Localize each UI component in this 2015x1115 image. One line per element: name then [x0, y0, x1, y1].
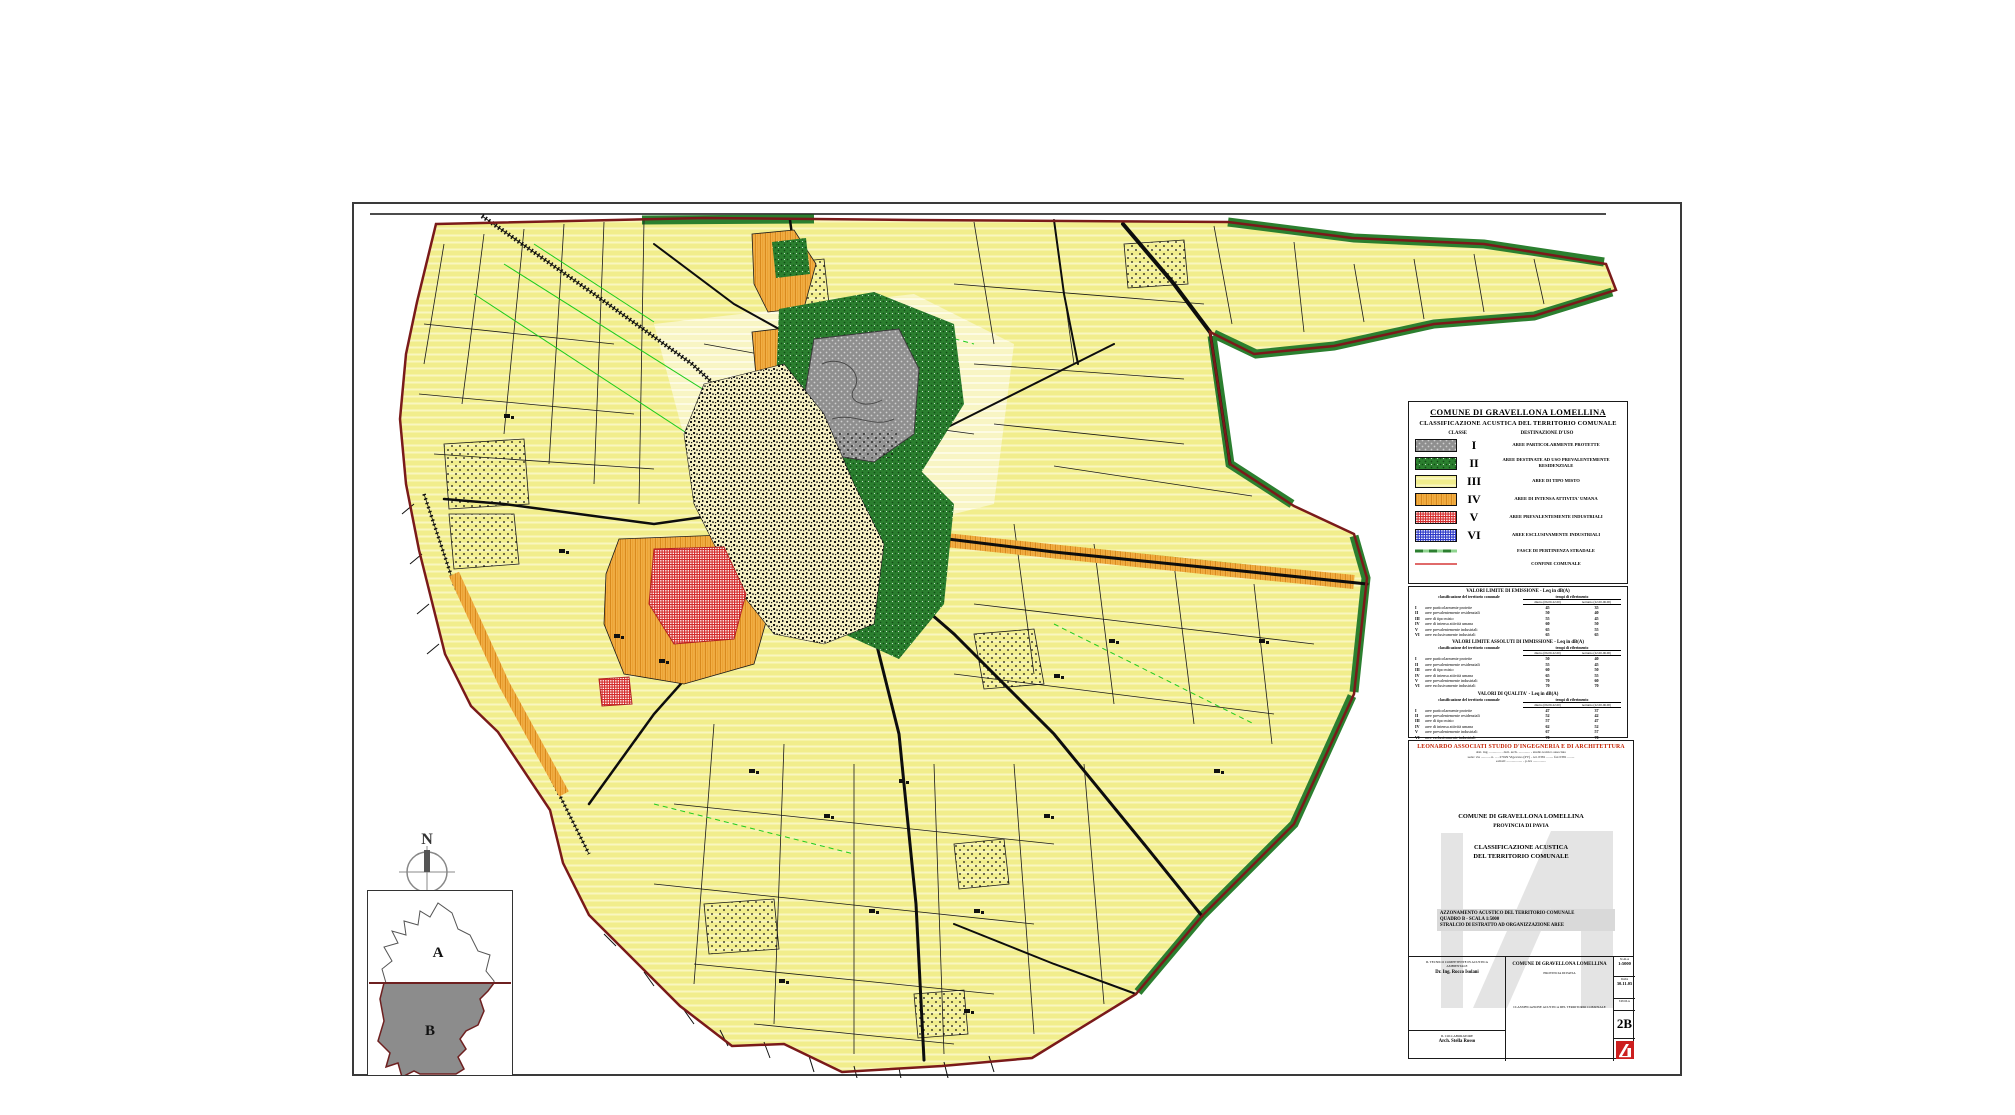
class-label: AREE DI TIPO MISTO: [1491, 478, 1621, 484]
limit-table-2: VALORI DI QUALITA' - Leq in dB(A)classif…: [1415, 692, 1621, 740]
subject-block: AZZONAMENTO ACUSTICO DEL TERRITORIO COMU…: [1437, 909, 1615, 931]
firm-logo: [1616, 1041, 1634, 1059]
class-I-swatch: [1415, 439, 1457, 452]
row-numeral: VI: [1415, 683, 1425, 688]
inset-label-b: B: [425, 1023, 435, 1039]
sheet-label-cell: TAVOLA: [1614, 999, 1635, 1011]
scale-cell: SCALA 1:5000: [1614, 957, 1635, 977]
center-cell: COMUNE DI GRAVELLONA LOMELLINA PROVINCIA…: [1506, 957, 1614, 1061]
center-commune: COMUNE DI GRAVELLONA LOMELLINA: [1506, 962, 1613, 967]
class-label: AREE PARTICOLARMENTE PROTETTE: [1491, 442, 1621, 448]
signer2-caption: IL COLLABORATORE: [1409, 1034, 1505, 1038]
legend-column-headers: CLASSE DESTINAZIONE D'USO: [1409, 431, 1627, 436]
signer1-caption: IL TECNICO COMPETENTE IN ACUSTICA AMBIEN…: [1409, 960, 1505, 969]
class-numeral: V: [1457, 510, 1491, 525]
limit-table-1: VALORI LIMITE ASSOLUTI DI IMMISSIONE - L…: [1415, 640, 1621, 688]
inset-map: A B: [367, 890, 513, 1076]
legend-row-class-VI: VIAREE ESCLUSIVAMENTE INDUSTRIALI: [1409, 526, 1627, 544]
inset-label-a: A: [433, 945, 444, 961]
signer1-name: Dr. Ing. Rocco Isolani: [1409, 970, 1505, 975]
row-day-value: 65: [1523, 632, 1572, 637]
legend-row-boundary: CONFINE COMUNALE: [1409, 557, 1627, 570]
titleblock-doc-title-2: DEL TERRITORIO COMUNALE: [1409, 853, 1633, 860]
class-numeral: I: [1457, 438, 1491, 453]
scale-value: 1:5000: [1614, 961, 1635, 966]
road-belt-swatch: [1415, 546, 1457, 556]
sheet-number-cell: 2B: [1614, 1011, 1635, 1039]
class-II-swatch: [1415, 457, 1457, 470]
limit-table-row: VIaree esclusivamente industriali6565: [1415, 632, 1621, 637]
class-IV-swatch: [1415, 493, 1457, 506]
class-numeral: II: [1457, 456, 1491, 471]
class-label: AREE DESTINATE AD USO PREVALENTEMENTE RE…: [1491, 457, 1621, 468]
subject-line: STRALCIO DI ESTRATTO AD ORGANIZZAZIONE A…: [1440, 923, 1612, 929]
signer1-cell: IL TECNICO COMPETENTE IN ACUSTICA AMBIEN…: [1409, 957, 1506, 1030]
center-note: CLASSIFICAZIONE ACUSTICA DEL TERRITORIO …: [1506, 1005, 1613, 1009]
firm-address-lines: dott. ing. ............. - dott. arch. .…: [1409, 750, 1633, 764]
class-numeral: III: [1457, 474, 1491, 489]
class-V-swatch: [1415, 511, 1457, 524]
signature-table: IL TECNICO COMPETENTE IN ACUSTICA AMBIEN…: [1409, 956, 1633, 1061]
row-night-value: 70: [1572, 683, 1621, 688]
inset-north-half-outline: [382, 903, 494, 983]
class-numeral: IV: [1457, 492, 1491, 507]
legend-panel: COMUNE DI GRAVELLONA LOMELLINA CLASSIFIC…: [1408, 401, 1628, 584]
date-cell: DATA 30.11.05: [1614, 977, 1635, 999]
class-label: AREE DI INTENSA ATTIVITA' UMANA: [1491, 496, 1621, 502]
signer2-name: Arch. Stella Rosso: [1409, 1039, 1505, 1044]
titleblock-province: PROVINCIA DI PAVIA: [1409, 823, 1633, 829]
class-label: AREE ESCLUSIVAMENTE INDUSTRIALI: [1491, 532, 1621, 538]
map-sheet: N COMUNE DI GRAVELLONA LOMELLINA CLASSIF…: [352, 202, 1682, 1076]
legend-row-road-belt: FASCE DI PERTINENZA STRADALE: [1409, 544, 1627, 557]
row-night-value: 65: [1572, 632, 1621, 637]
inset-south-half-shape: [378, 983, 494, 1075]
class-label: AREE PREVALENTEMENTE INDUSTRIALI: [1491, 514, 1621, 520]
limit-table-title: VALORI DI QUALITA' - Leq in dB(A): [1415, 692, 1621, 697]
inset-key-svg: A B: [368, 891, 512, 1075]
legend-row-class-V: VAREE PREVALENTEMENTE INDUSTRIALI: [1409, 508, 1627, 526]
titleblock-commune: COMUNE DI GRAVELLONA LOMELLINA: [1409, 813, 1633, 820]
class-numeral: VI: [1457, 528, 1491, 543]
class-III-swatch: [1415, 475, 1457, 488]
legend-row-class-II: IIAREE DESTINATE AD USO PREVALENTEMENTE …: [1409, 454, 1627, 472]
limit-table-row: VIaree esclusivamente industriali7070: [1415, 683, 1621, 688]
row-description: aree esclusivamente industriali: [1425, 683, 1523, 688]
date-value: 30.11.05: [1614, 981, 1635, 986]
center-province: PROVINCIA DI PAVIA: [1506, 971, 1613, 975]
legend-subtitle: CLASSIFICAZIONE ACUSTICA DEL TERRITORIO …: [1409, 420, 1627, 427]
row-numeral: VI: [1415, 632, 1425, 637]
signer2-cell: IL COLLABORATORE Arch. Stella Rosso: [1409, 1030, 1506, 1061]
firm-logo-cell: [1614, 1039, 1635, 1061]
firm-address-line: e.mail: .................. - p.iva .....…: [1409, 759, 1633, 764]
limit-table-0: VALORI LIMITE DI EMISSIONE - Leq in dB(A…: [1415, 589, 1621, 637]
svg-text:N: N: [421, 831, 433, 848]
legend-row-class-IV: IVAREE DI INTENSA ATTIVITA' UMANA: [1409, 490, 1627, 508]
boundary-label: CONFINE COMUNALE: [1491, 561, 1621, 567]
title-block: LEONARDO ASSOCIATI STUDIO D'INGEGNERIA E…: [1408, 740, 1634, 1059]
row-day-value: 70: [1523, 683, 1572, 688]
legend-row-class-III: IIIAREE DI TIPO MISTO: [1409, 472, 1627, 490]
limit-tables-panel: VALORI LIMITE DI EMISSIONE - Leq in dB(A…: [1408, 586, 1628, 738]
titleblock-doc-title-1: CLASSIFICAZIONE ACUSTICA: [1409, 844, 1633, 851]
row-description: aree esclusivamente industriali: [1425, 632, 1523, 637]
legend-rows: IAREE PARTICOLARMENTE PROTETTEIIAREE DES…: [1409, 436, 1627, 570]
north-arrow: N: [399, 831, 455, 898]
boundary-swatch: [1415, 559, 1457, 569]
legend-row-class-I: IAREE PARTICOLARMENTE PROTETTE: [1409, 436, 1627, 454]
class-VI-swatch: [1415, 529, 1457, 542]
legend-title: COMUNE DI GRAVELLONA LOMELLINA: [1409, 407, 1627, 417]
sheet-number: 2B: [1614, 1011, 1635, 1037]
legend-col-destination: DESTINAZIONE D'USO: [1467, 431, 1627, 436]
limit-table-title: VALORI LIMITE DI EMISSIONE - Leq in dB(A…: [1415, 589, 1621, 594]
limit-table-title: VALORI LIMITE ASSOLUTI DI IMMISSIONE - L…: [1415, 640, 1621, 645]
road-belt-label: FASCE DI PERTINENZA STRADALE: [1491, 548, 1621, 554]
legend-col-class: CLASSE: [1409, 431, 1467, 436]
sheet-label: TAVOLA: [1614, 1000, 1635, 1003]
